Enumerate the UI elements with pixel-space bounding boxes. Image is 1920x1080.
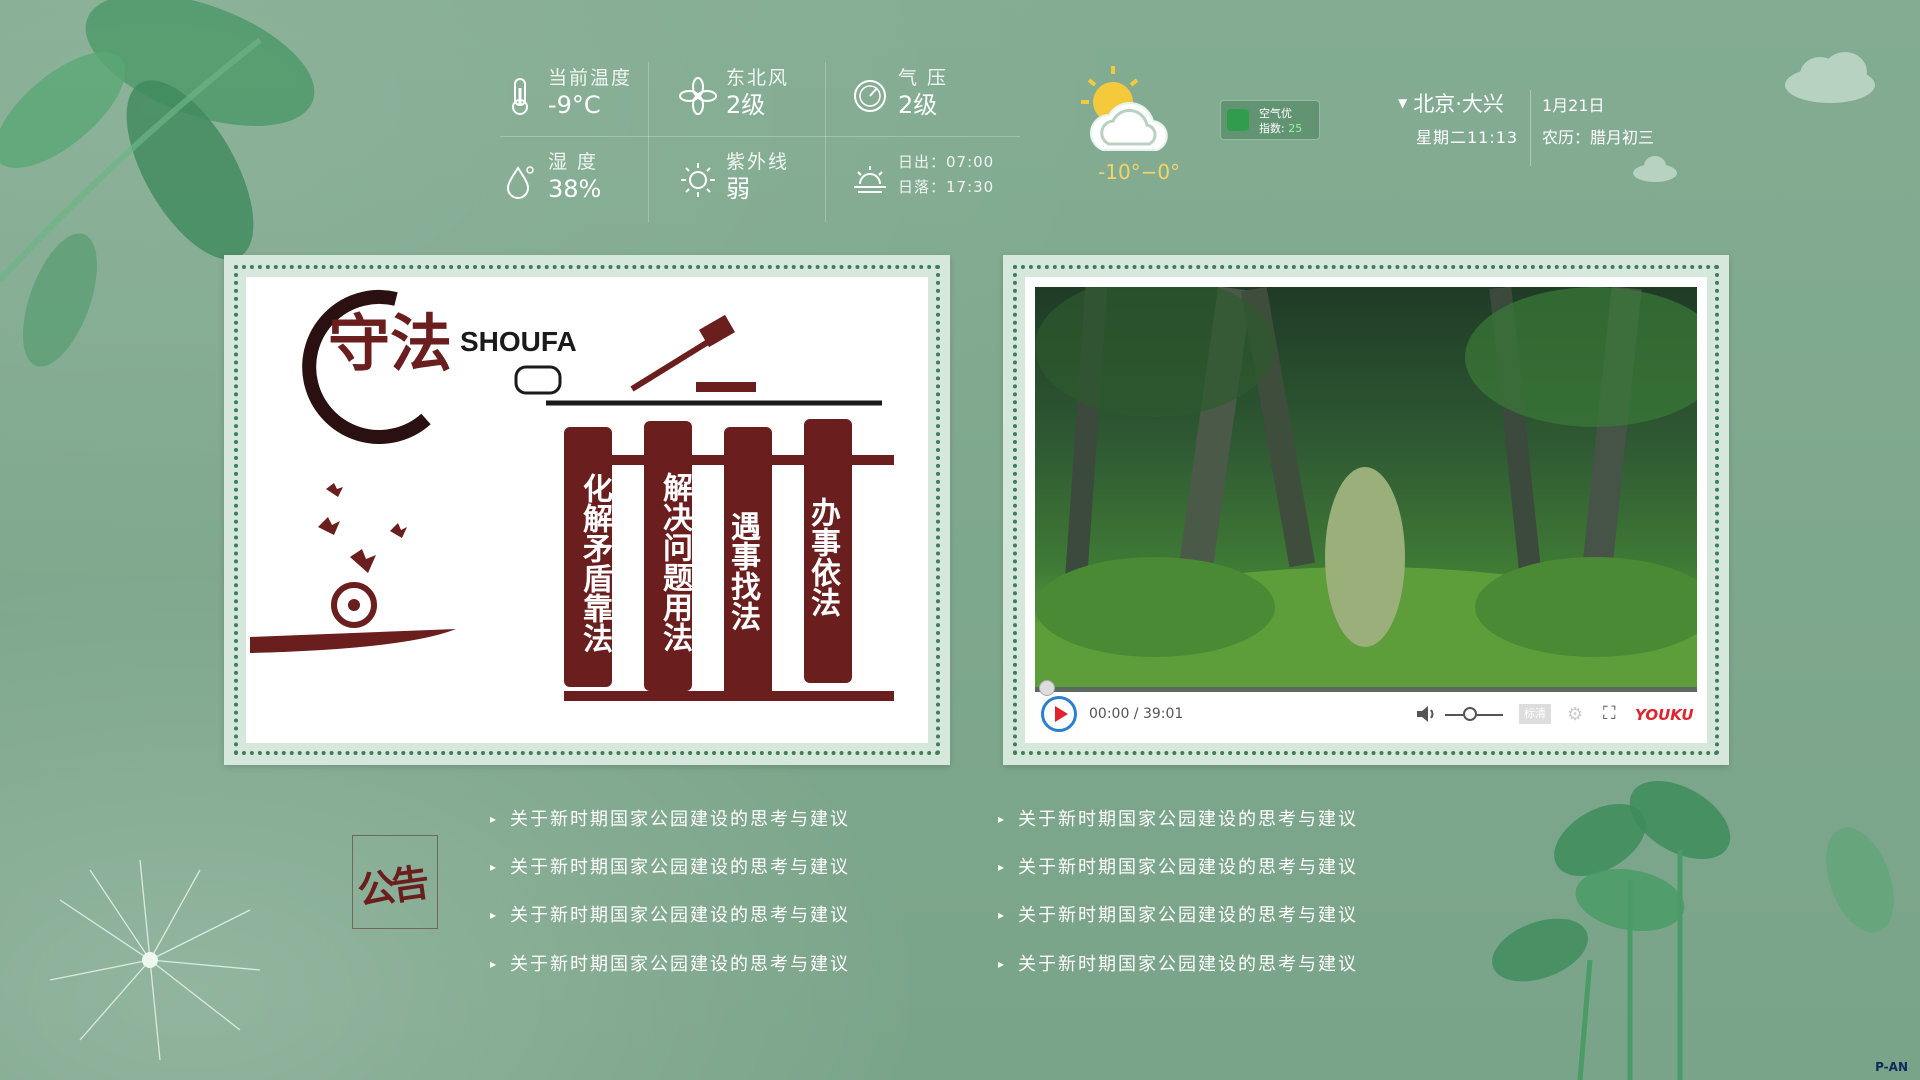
air-quality-label: 空气优 xyxy=(1259,107,1292,120)
play-button[interactable] xyxy=(1041,696,1077,732)
video-controls: 00:00 / 39:01 标清 ⚙ ⛶ YOUKU xyxy=(1035,680,1697,740)
wind-cell: 东北风 2级 xyxy=(678,66,848,136)
fan-icon xyxy=(679,77,717,115)
law-banner-panel: 守法 SHOUFA 化解矛盾靠法 解决问题用法 遇事找法 办事依法 xyxy=(224,255,950,765)
video-player[interactable]: 00:00 / 39:01 标清 ⚙ ⛶ YOUKU xyxy=(1025,277,1707,743)
humidity-value: 38% xyxy=(548,175,602,203)
news-link[interactable]: 关于新时期国家公园建设的思考与建议 xyxy=(490,805,850,831)
youku-logo[interactable]: YOUKU xyxy=(1635,706,1694,724)
motto-column: 办事依法 xyxy=(804,419,852,683)
caret-down-icon: ▼ xyxy=(1398,96,1408,110)
gauge-icon xyxy=(854,80,886,112)
wind-value: 2级 xyxy=(726,91,766,119)
sun-times-cell: 日出：07:00 日落：17:30 xyxy=(850,150,1020,220)
pressure-label: 气 压 xyxy=(898,67,949,89)
fullscreen-icon[interactable]: ⛶ xyxy=(1603,704,1623,724)
location-selector[interactable]: ▼ 北京·大兴 xyxy=(1398,88,1504,118)
gear-icon[interactable]: ⚙ xyxy=(1567,706,1585,724)
humidity-cell: 湿 度 38% xyxy=(500,150,670,220)
news-link[interactable]: 关于新时期国家公园建设的思考与建议 xyxy=(998,853,1358,879)
gavel-icon xyxy=(630,314,756,392)
motto-column: 遇事找法 xyxy=(724,427,772,697)
news-link[interactable]: 关于新时期国家公园建设的思考与建议 xyxy=(490,853,850,879)
uv-cell: 紫外线 弱 xyxy=(678,150,848,220)
temperature-value: -9°C xyxy=(548,91,601,119)
divider xyxy=(500,136,1020,137)
news-link[interactable]: 关于新时期国家公园建设的思考与建议 xyxy=(998,950,1358,976)
droplet-icon xyxy=(506,166,534,199)
temperature-label: 当前温度 xyxy=(548,67,633,89)
pressure-value: 2级 xyxy=(898,91,938,119)
dandelion-decoration xyxy=(49,859,261,1061)
wind-label: 东北风 xyxy=(726,67,790,89)
quality-button[interactable]: 标清 xyxy=(1519,704,1551,724)
law-banner-image: 守法 SHOUFA 化解矛盾靠法 解决问题用法 遇事找法 办事依法 xyxy=(246,277,928,743)
city-name: 北京·大兴 xyxy=(1413,92,1504,116)
leaves-decoration-bottom-right xyxy=(1492,780,1894,1080)
news-link[interactable]: 关于新时期国家公园建设的思考与建议 xyxy=(998,805,1358,831)
notice-title-box: 公告 xyxy=(352,835,438,929)
thermometer-icon xyxy=(512,78,528,115)
weekday-time: 星期二11:13 xyxy=(1416,128,1519,147)
sun-icon xyxy=(681,163,715,197)
news-link[interactable]: 关于新时期国家公园建设的思考与建议 xyxy=(998,901,1358,927)
banner-title-cn: 守法 xyxy=(328,307,452,380)
motto-columns: 化解矛盾靠法 解决问题用法 遇事找法 办事依法 xyxy=(564,419,904,727)
video-frame[interactable] xyxy=(1025,277,1707,743)
motto-column: 化解矛盾靠法 xyxy=(564,427,612,687)
weather-panel: 当前温度 -9°C 东北风 2级 气 压 2级 湿 度 38% 紫外线 弱 日出… xyxy=(500,62,1020,222)
air-quality-index: 指数: 25 xyxy=(1259,122,1303,135)
boat-silhouette xyxy=(250,629,456,653)
pressure-cell: 气 压 2级 xyxy=(850,66,1020,136)
uv-value: 弱 xyxy=(726,175,750,203)
uv-label: 紫外线 xyxy=(726,151,790,173)
air-quality-badge[interactable]: 空气优 指数: 25 xyxy=(1220,100,1320,140)
cloud-decoration xyxy=(1785,52,1875,103)
sunrise-time: 日出：07:00 xyxy=(898,153,995,171)
leaf-icon xyxy=(1227,109,1249,131)
video-time: 00:00 / 39:01 xyxy=(1089,706,1184,722)
news-link[interactable]: 关于新时期国家公园建设的思考与建议 xyxy=(490,901,850,927)
humidity-label: 湿 度 xyxy=(548,151,599,173)
motto-column: 解决问题用法 xyxy=(644,421,692,691)
temperature-cell: 当前温度 -9°C xyxy=(500,66,670,136)
divider xyxy=(1530,90,1531,166)
sunset-time: 日落：17:30 xyxy=(898,178,995,196)
volume-icon[interactable] xyxy=(1415,704,1437,724)
progress-handle[interactable] xyxy=(1039,680,1055,696)
temperature-range: -10°−0° xyxy=(1098,160,1181,184)
small-cloud-decoration xyxy=(1633,156,1677,182)
volume-slider-handle[interactable] xyxy=(1463,707,1477,721)
news-link[interactable]: 关于新时期国家公园建设的思考与建议 xyxy=(490,950,850,976)
notice-title: 公告 xyxy=(354,859,429,914)
date: 1月21日 xyxy=(1542,96,1605,115)
watermark: P-AN xyxy=(1875,1060,1908,1074)
lunar-date: 农历：腊月初三 xyxy=(1542,128,1655,147)
ship-wheel-icon xyxy=(331,582,377,628)
forest-scene xyxy=(1025,277,1707,743)
birds-decoration xyxy=(318,483,407,573)
banner-title-en: SHOUFA xyxy=(460,326,577,357)
sunrise-icon xyxy=(854,166,886,193)
video-panel: 00:00 / 39:01 标清 ⚙ ⛶ YOUKU xyxy=(1003,255,1729,765)
